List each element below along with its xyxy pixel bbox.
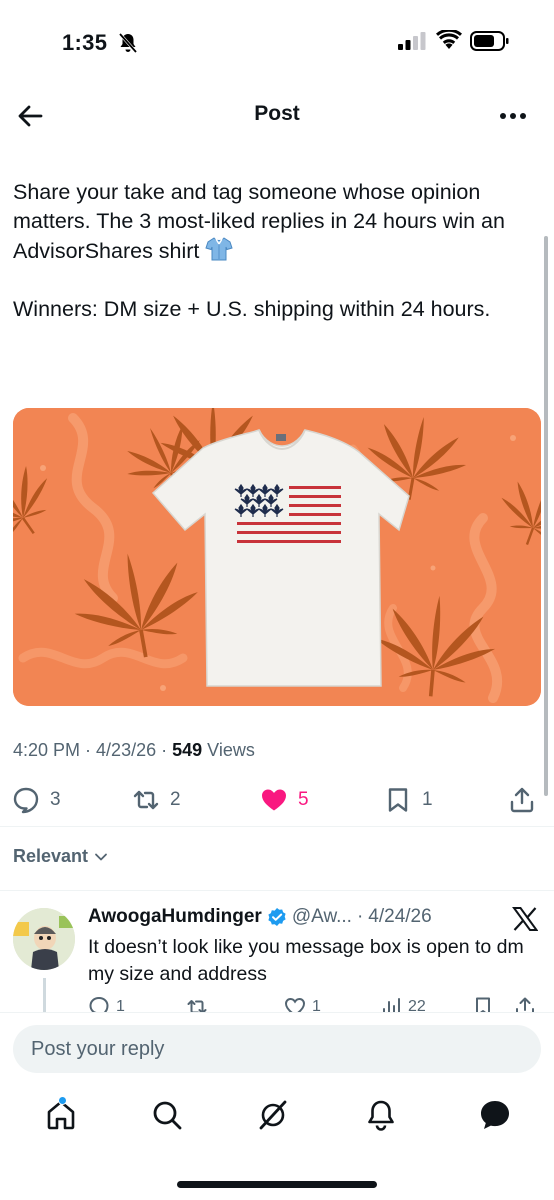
post-text-paragraph: Share your take and tag someone whose op… [13,180,505,263]
avatar-image [13,908,75,970]
chevron-down-icon [95,853,107,860]
post-text-line1: Share your take and tag someone whose op… [13,178,539,266]
reply-composer [0,1012,554,1084]
heart-icon [262,789,286,811]
post-meta: 4:20 PM · 4/23/26 · 549 Views [13,740,255,760]
post-text-line2: Winners: DM size + U.S. shipping within … [13,297,491,321]
status-bar: 1:35 [0,0,554,88]
thread-line [43,978,46,1014]
post-time: 4:20 PM [13,740,81,760]
scrollbar[interactable] [544,236,548,796]
reply-date: 4/24/26 [368,906,432,927]
notification-dot [58,1096,67,1105]
reply-button[interactable]: 3 [12,786,61,814]
like-count: 5 [298,789,309,810]
like-button[interactable]: 5 [260,786,309,814]
repost-count: 2 [170,789,181,810]
nav-home[interactable] [44,1096,84,1138]
separator-dot: · [356,906,364,927]
post-date: 4/23/26 [96,740,157,760]
post-header: Post [0,88,554,144]
nav-search[interactable] [150,1098,190,1138]
ellipsis-icon[interactable] [498,102,528,130]
post-text: Share your take and tag someone whose op… [13,178,539,324]
avatar[interactable] [13,908,75,970]
share-button[interactable] [508,786,536,814]
reply-header: AwoogaHumdinger @Aw... · 4/24/26 [88,906,432,928]
repost-button[interactable]: 2 [132,786,181,814]
bell-muted-icon [118,33,138,53]
sort-label: Relevant [13,846,89,866]
reply-text: It doesn’t look like you message box is … [88,936,524,985]
x-logo-icon [512,907,538,931]
reply-input[interactable] [13,1025,541,1073]
divider [0,826,554,827]
nav-notifications[interactable] [364,1098,404,1138]
bookmark-icon [388,788,408,812]
message-icon [481,1101,509,1129]
reply-item[interactable]: AwoogaHumdinger @Aw... · 4/24/26 It does… [0,892,554,1014]
tshirt-photo [13,408,541,706]
reply-handle[interactable]: @Aw... [292,906,352,928]
shirt-emoji-icon [205,237,234,261]
reply-count: 3 [50,789,61,810]
views-count[interactable]: 549 [172,740,202,760]
search-icon [153,1101,182,1130]
wifi-icon [436,30,462,49]
nav-messages[interactable] [478,1098,518,1138]
status-time: 1:35 [62,30,108,55]
bookmark-button[interactable]: 1 [384,786,433,814]
speech-bubble-icon [13,787,39,814]
verified-badge-icon [268,908,286,926]
share-icon [510,787,534,813]
divider [0,890,554,891]
page-title: Post [254,102,300,125]
nav-grok[interactable] [256,1098,296,1138]
bookmark-count: 1 [422,789,433,810]
cellular-signal-icon [398,32,426,50]
repost-icon [133,790,159,810]
bell-icon [368,1100,394,1131]
post-actions: 3 2 5 1 [0,782,554,818]
battery-icon [470,31,509,51]
views-label: Views [207,740,255,760]
reply-author-name[interactable]: AwoogaHumdinger [88,906,262,928]
sort-dropdown[interactable]: Relevant [13,846,108,867]
grok-icon [259,1100,287,1130]
post-image[interactable] [13,408,541,706]
home-indicator [177,1181,377,1188]
